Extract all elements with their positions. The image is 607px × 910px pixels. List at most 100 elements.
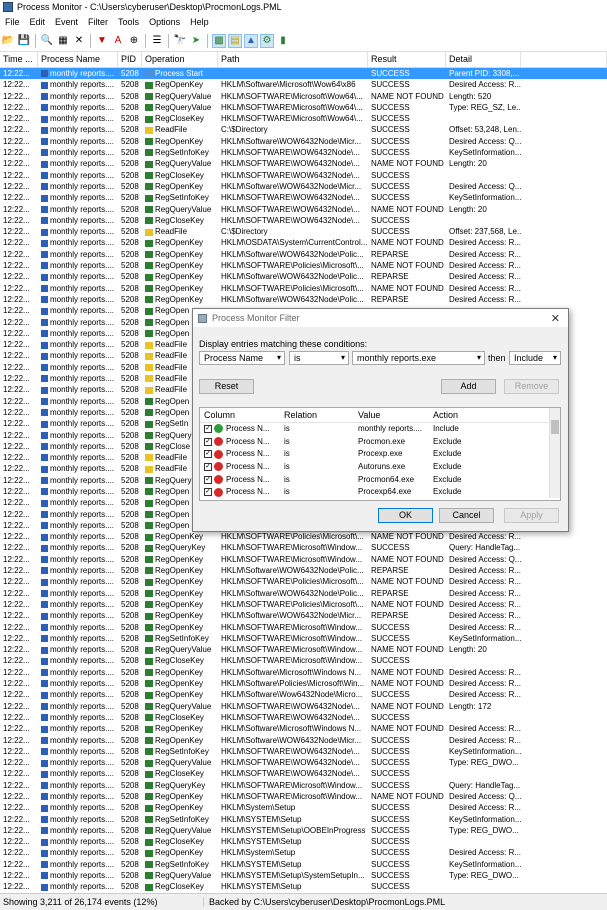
apply-button[interactable]: Apply bbox=[504, 508, 559, 523]
filter-row[interactable]: ✓ Process N... is Procmon.exe Exclude bbox=[200, 436, 560, 449]
table-row[interactable]: 12:22... monthly reports.... 5208 RegOpenKe… bbox=[0, 576, 607, 587]
table-row[interactable]: 12:22... monthly reports.... 5208 RegCloseK… bbox=[0, 881, 607, 892]
table-row[interactable]: 12:22... monthly reports.... 5208 RegOpenKe… bbox=[0, 181, 607, 192]
table-row[interactable]: 12:22... monthly reports.... 5208 RegSetInf… bbox=[0, 147, 607, 158]
action-dropdown[interactable]: Include ▾ bbox=[509, 351, 561, 365]
table-row[interactable]: 12:22... monthly reports.... 5208 ReadFile C… bbox=[0, 124, 607, 135]
table-row[interactable]: 12:22... monthly reports.... 5208 RegOpenKe… bbox=[0, 599, 607, 610]
menu-file[interactable]: File bbox=[0, 17, 25, 27]
table-row[interactable]: 12:22... monthly reports.... 5208 RegQueryK… bbox=[0, 780, 607, 791]
filter-row[interactable]: ✓ Process N... is monthly reports.... Includ… bbox=[200, 423, 560, 436]
table-row[interactable]: 12:22... monthly reports.... 5208 RegSetInf… bbox=[0, 633, 607, 644]
table-row[interactable]: 12:22... monthly reports.... 5208 Process S… bbox=[0, 68, 607, 80]
table-row[interactable]: 12:22... monthly reports.... 5208 RegSetInf… bbox=[0, 746, 607, 757]
table-row[interactable]: 12:22... monthly reports.... 5208 RegOpenKe… bbox=[0, 622, 607, 633]
filesystem-icon[interactable]: ▤ bbox=[228, 34, 242, 48]
table-row[interactable]: 12:22... monthly reports.... 5208 RegOpenKe… bbox=[0, 802, 607, 813]
table-row[interactable]: 12:22... monthly reports.... 5208 RegOpenKe… bbox=[0, 237, 607, 248]
save-icon[interactable]: 💾 bbox=[17, 34, 31, 48]
table-row[interactable]: 12:22... monthly reports.... 5208 RegOpenKe… bbox=[0, 588, 607, 599]
table-row[interactable]: 12:22... monthly reports.... 5208 RegOpenKe… bbox=[0, 271, 607, 282]
col-process-name[interactable]: Process Name bbox=[38, 52, 118, 67]
filter-col-relation[interactable]: Relation bbox=[280, 408, 354, 422]
table-row[interactable]: 12:22... monthly reports.... 5208 RegSetInf… bbox=[0, 859, 607, 870]
checkbox-icon[interactable]: ✓ bbox=[204, 437, 212, 446]
table-row[interactable]: 12:22... monthly reports.... 5208 RegOpenKe… bbox=[0, 260, 607, 271]
table-row[interactable]: 12:22... monthly reports.... 5208 RegOpenKe… bbox=[0, 735, 607, 746]
table-row[interactable]: 12:22... monthly reports.... 5208 ReadFile C… bbox=[0, 226, 607, 237]
table-row[interactable]: 12:22... monthly reports.... 5208 RegQueryK… bbox=[0, 542, 607, 553]
find-icon[interactable]: 🔭 bbox=[173, 34, 187, 48]
table-row[interactable]: 12:22... monthly reports.... 5208 RegQueryV… bbox=[0, 870, 607, 881]
remove-button[interactable]: Remove bbox=[504, 379, 559, 394]
menu-edit[interactable]: Edit bbox=[25, 17, 51, 27]
tree-icon[interactable]: ☰ bbox=[150, 34, 164, 48]
col-path[interactable]: Path bbox=[218, 52, 368, 67]
highlight-icon[interactable]: A bbox=[111, 34, 125, 48]
filter-col-column[interactable]: Column bbox=[200, 408, 280, 422]
menu-event[interactable]: Event bbox=[50, 17, 83, 27]
capture-icon[interactable]: 🔍 bbox=[40, 34, 54, 48]
table-row[interactable]: 12:22... monthly reports.... 5208 RegOpenKe… bbox=[0, 531, 607, 542]
table-row[interactable]: 12:22... monthly reports.... 5208 RegCloseK… bbox=[0, 712, 607, 723]
add-button[interactable]: Add bbox=[441, 379, 496, 394]
col-detail[interactable]: Detail bbox=[446, 52, 521, 67]
table-row[interactable]: 12:22... monthly reports.... 5208 RegCloseK… bbox=[0, 170, 607, 181]
filter-list-scrollbar[interactable] bbox=[549, 408, 560, 498]
col-time[interactable]: Time ... bbox=[0, 52, 38, 67]
filter-icon[interactable]: ▼ bbox=[95, 34, 109, 48]
table-row[interactable]: 12:22... monthly reports.... 5208 RegOpenKe… bbox=[0, 294, 607, 305]
table-row[interactable]: 12:22... monthly reports.... 5208 RegCloseK… bbox=[0, 215, 607, 226]
checkbox-icon[interactable]: ✓ bbox=[204, 462, 212, 471]
target-icon[interactable]: ⊕ bbox=[127, 34, 141, 48]
table-row[interactable]: 12:22... monthly reports.... 5208 RegQueryV… bbox=[0, 757, 607, 768]
checkbox-icon[interactable]: ✓ bbox=[204, 450, 212, 459]
table-row[interactable]: 12:22... monthly reports.... 5208 RegCloseK… bbox=[0, 768, 607, 779]
table-row[interactable]: 12:22... monthly reports.... 5208 RegOpenKe… bbox=[0, 723, 607, 734]
relation-dropdown[interactable]: is ▾ bbox=[289, 351, 349, 365]
column-dropdown[interactable]: Process Name ▾ bbox=[199, 351, 285, 365]
col-operation[interactable]: Operation bbox=[142, 52, 218, 67]
checkbox-icon[interactable]: ✓ bbox=[204, 424, 212, 433]
menu-filter[interactable]: Filter bbox=[83, 17, 113, 27]
table-row[interactable]: 12:22... monthly reports.... 5208 RegCloseK… bbox=[0, 836, 607, 847]
clear-icon[interactable]: ✕ bbox=[72, 34, 86, 48]
col-pid[interactable]: PID bbox=[118, 52, 142, 67]
filter-col-value[interactable]: Value bbox=[354, 408, 429, 422]
table-row[interactable]: 12:22... monthly reports.... 5208 RegQueryV… bbox=[0, 158, 607, 169]
table-row[interactable]: 12:22... monthly reports.... 5208 RegOpenKe… bbox=[0, 136, 607, 147]
table-row[interactable]: 12:22... monthly reports.... 5208 RegQueryV… bbox=[0, 204, 607, 215]
ok-button[interactable]: OK bbox=[378, 508, 433, 523]
registry-icon[interactable]: ▩ bbox=[212, 34, 226, 48]
table-row[interactable]: 12:22... monthly reports.... 5208 RegQueryV… bbox=[0, 102, 607, 113]
process-icon[interactable]: ⚙ bbox=[260, 34, 274, 48]
filter-col-action[interactable]: Action bbox=[429, 408, 539, 422]
table-row[interactable]: 12:22... monthly reports.... 5208 RegOpenKe… bbox=[0, 565, 607, 576]
network-icon[interactable]: ▲ bbox=[244, 34, 258, 48]
table-row[interactable]: 12:22... monthly reports.... 5208 RegQueryV… bbox=[0, 644, 607, 655]
menu-options[interactable]: Options bbox=[144, 17, 185, 27]
table-row[interactable]: 12:22... monthly reports.... 5208 RegQueryV… bbox=[0, 91, 607, 102]
filter-row[interactable]: ✓ Process N... is Procexp.exe Exclude bbox=[200, 448, 560, 461]
cancel-button[interactable]: Cancel bbox=[439, 508, 494, 523]
table-row[interactable]: 12:22... monthly reports.... 5208 RegQueryV… bbox=[0, 825, 607, 836]
table-row[interactable]: 12:22... monthly reports.... 5208 RegOpenKe… bbox=[0, 249, 607, 260]
table-row[interactable]: 12:22... monthly reports.... 5208 RegOpenKe… bbox=[0, 791, 607, 802]
close-icon[interactable]: ✕ bbox=[551, 312, 560, 325]
menu-help[interactable]: Help bbox=[185, 17, 214, 27]
table-row[interactable]: 12:22... monthly reports.... 5208 RegCloseK… bbox=[0, 655, 607, 666]
col-result[interactable]: Result bbox=[368, 52, 446, 67]
autoscroll-icon[interactable]: ▦ bbox=[56, 34, 70, 48]
table-row[interactable]: 12:22... monthly reports.... 5208 RegQueryV… bbox=[0, 701, 607, 712]
checkbox-icon[interactable]: ✓ bbox=[204, 488, 212, 497]
table-row[interactable]: 12:22... monthly reports.... 5208 RegSetInf… bbox=[0, 814, 607, 825]
table-row[interactable]: 12:22... monthly reports.... 5208 RegOpenKe… bbox=[0, 283, 607, 294]
filter-row[interactable]: ✓ Process N... is Procmon64.exe Exclude bbox=[200, 474, 560, 487]
open-icon[interactable]: 📂 bbox=[1, 34, 15, 48]
profiling-icon[interactable]: ▮ bbox=[276, 34, 290, 48]
table-row[interactable]: 12:22... monthly reports.... 5208 RegSetInf… bbox=[0, 192, 607, 203]
menu-tools[interactable]: Tools bbox=[113, 17, 144, 27]
table-row[interactable]: 12:22... monthly reports.... 5208 RegOpenKe… bbox=[0, 847, 607, 858]
value-combobox[interactable]: monthly reports.exe ▾ bbox=[352, 351, 485, 365]
table-row[interactable]: 12:22... monthly reports.... 5208 RegOpenKe… bbox=[0, 678, 607, 689]
